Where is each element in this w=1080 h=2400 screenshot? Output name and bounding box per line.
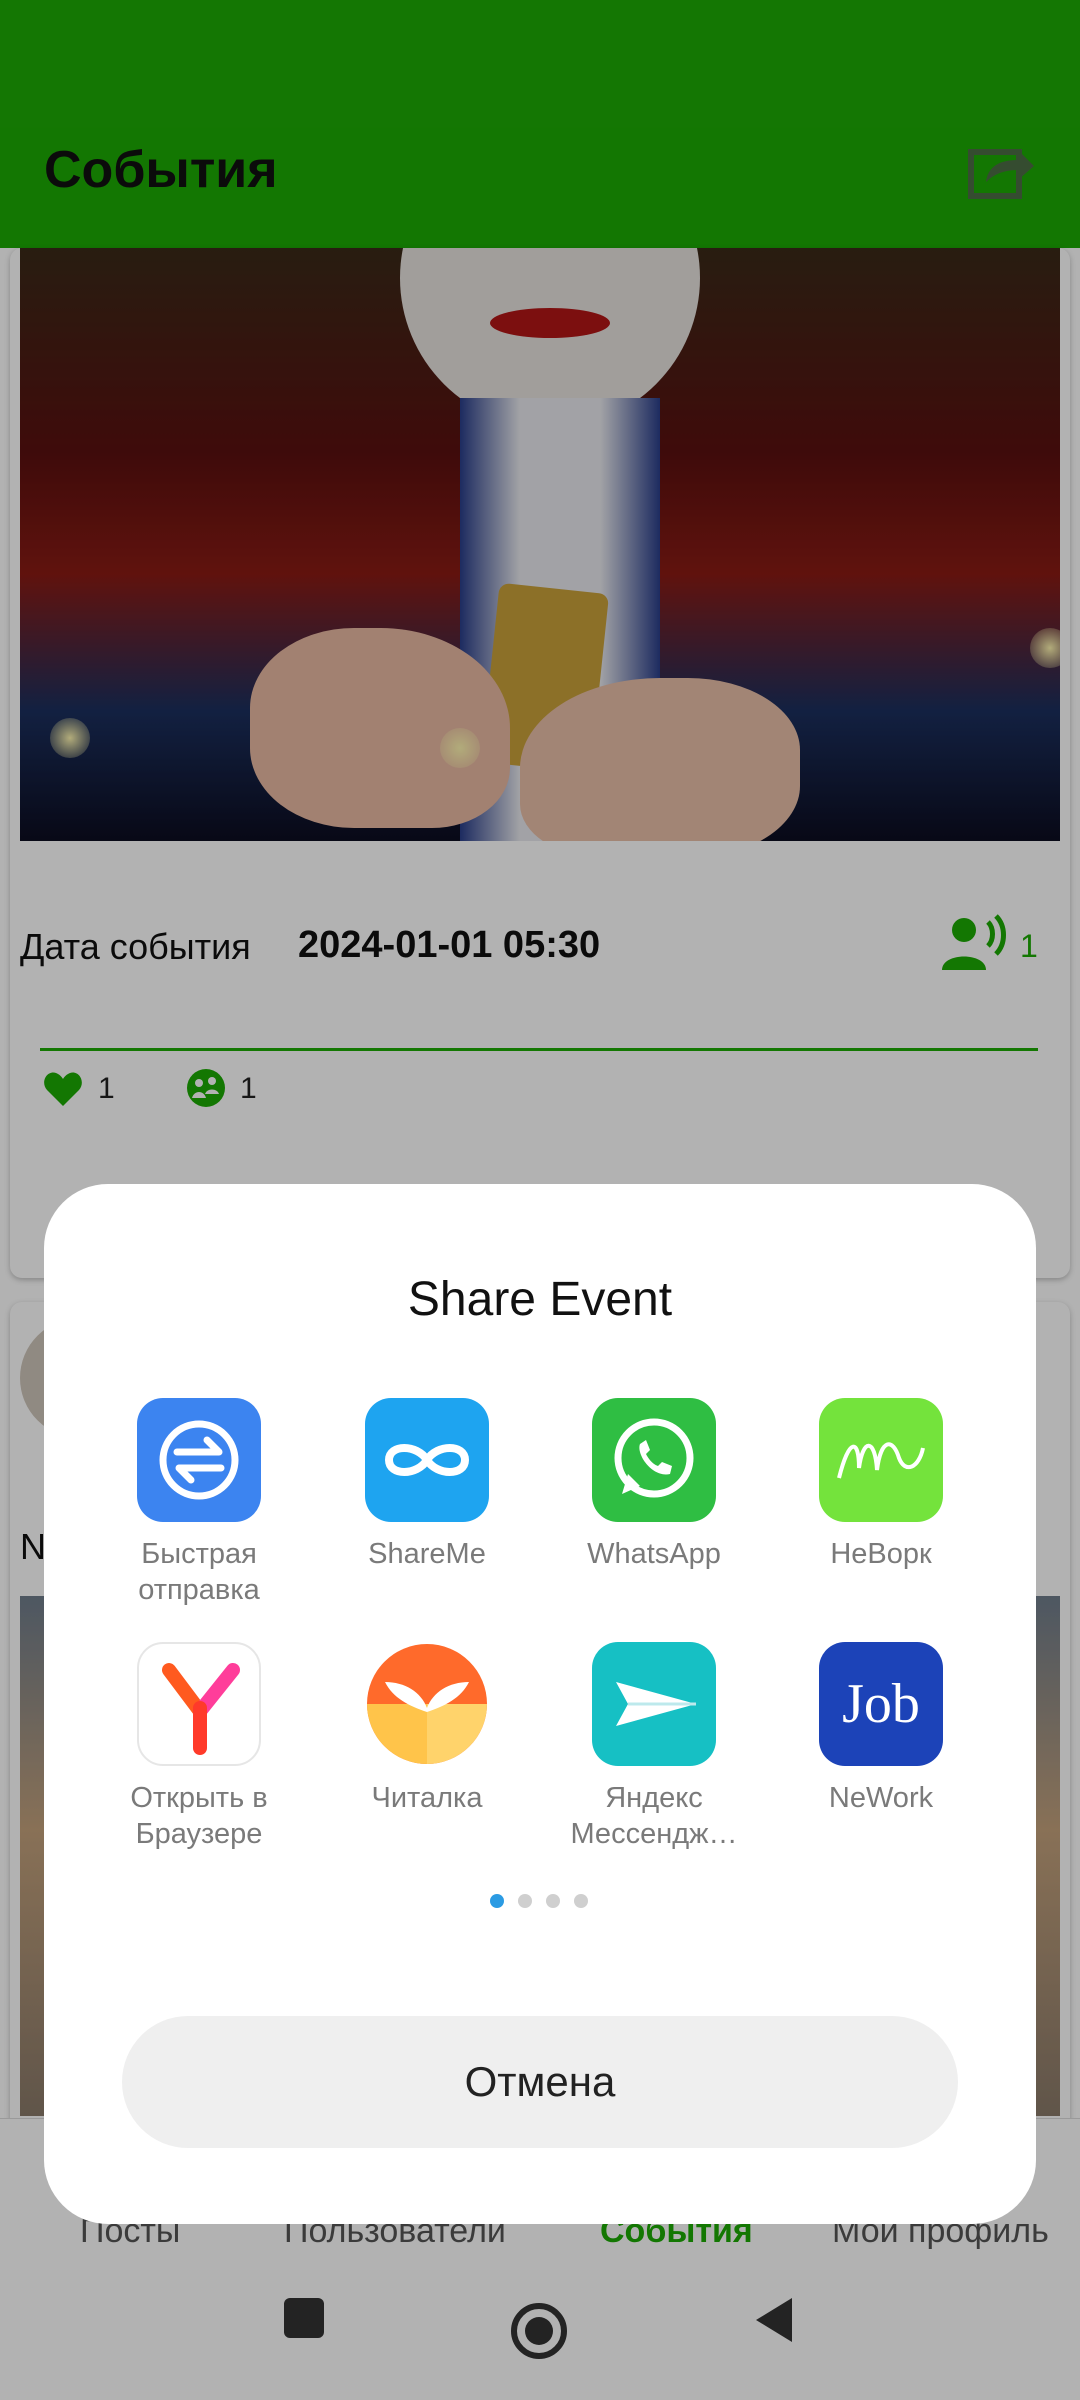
page-dot[interactable] [546, 1894, 560, 1908]
app-label: Быстрая отправка [138, 1538, 260, 1606]
share-target-yandex-messenger[interactable]: Яндекс Мессендж… [549, 1642, 759, 1852]
share-target-whatsapp[interactable]: WhatsApp [549, 1398, 759, 1572]
reader-icon [365, 1642, 489, 1766]
cancel-button[interactable]: Отмена [122, 2016, 958, 2148]
app-label: Открыть в Браузере [130, 1782, 268, 1850]
app-label: ShareMe [368, 1538, 486, 1570]
share-target-browser[interactable]: Открыть в Браузере [94, 1642, 304, 1852]
job-icon: Job [819, 1642, 943, 1766]
share-target-reader[interactable]: Читалка [322, 1642, 532, 1816]
share-target-shareme[interactable]: ShareMe [322, 1398, 532, 1572]
page-dot[interactable] [518, 1894, 532, 1908]
app-label: NeWork [828, 1782, 934, 1814]
nework-app-icon [819, 1398, 943, 1522]
share-dialog: Share Event Быстрая отправка ShareMe Wha… [44, 1184, 1036, 2224]
app-label: Читалка [371, 1782, 483, 1814]
page-dot-active[interactable] [490, 1894, 504, 1908]
quick-send-icon [137, 1398, 261, 1522]
yandex-browser-icon [137, 1642, 261, 1766]
svg-text:Job: Job [842, 1673, 920, 1735]
app-label: НеВорк [830, 1538, 932, 1570]
whatsapp-icon [592, 1398, 716, 1522]
dialog-title: Share Event [407, 1273, 673, 1326]
app-label: WhatsApp [587, 1538, 721, 1570]
shareme-icon [365, 1398, 489, 1522]
share-target-nework[interactable]: Job NeWork [776, 1642, 986, 1816]
share-target-nework-ru[interactable]: НеВорк [776, 1398, 986, 1572]
page-indicator [490, 1894, 600, 1908]
share-target-quick-send[interactable]: Быстрая отправка [94, 1398, 304, 1608]
page-dot[interactable] [574, 1894, 588, 1908]
yandex-messenger-icon [592, 1642, 716, 1766]
app-label: Яндекс Мессендж… [570, 1782, 738, 1850]
